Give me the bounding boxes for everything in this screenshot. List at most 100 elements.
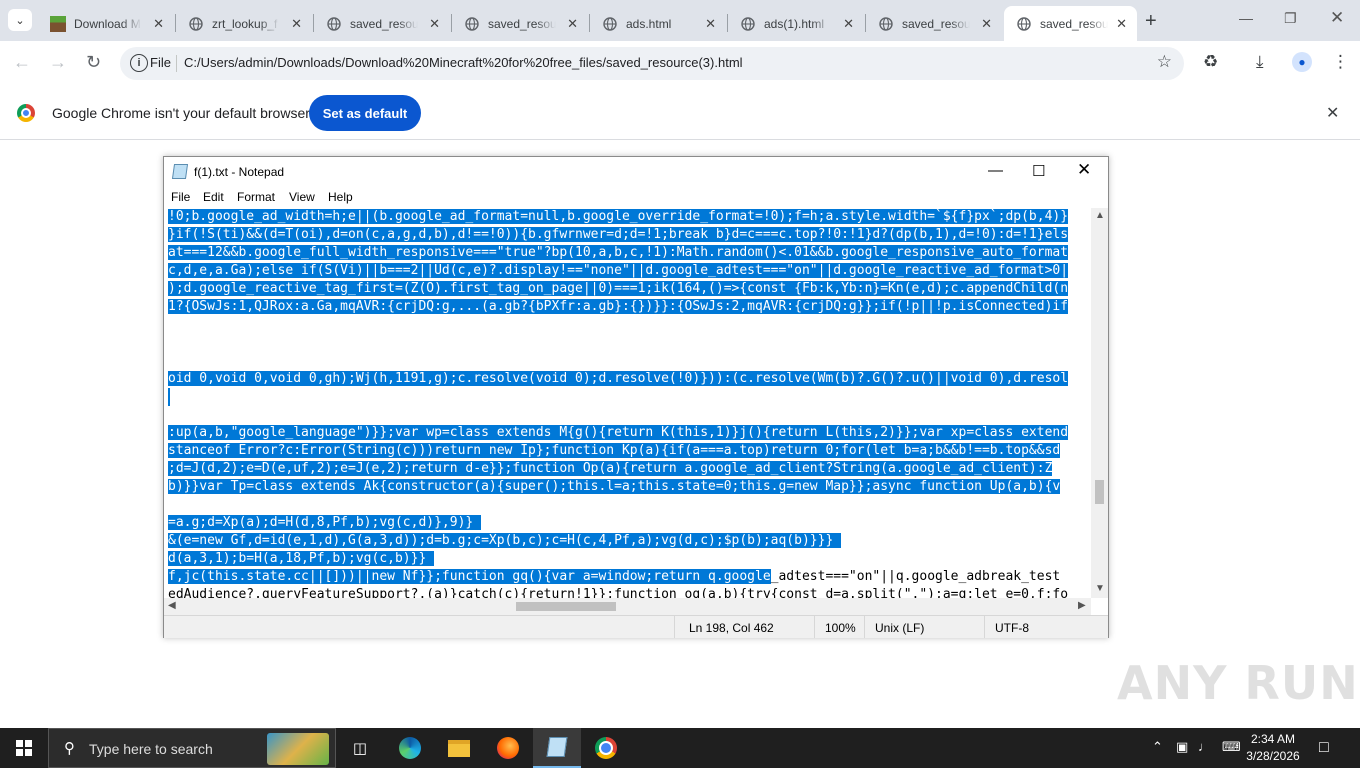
- tab-title: Download M: [74, 16, 141, 31]
- notepad-title: f(1).txt - Notepad: [194, 165, 285, 179]
- url-text[interactable]: C:/Users/admin/Downloads/Download%20Mine…: [184, 55, 743, 70]
- notepad-maximize-button[interactable]: ☐: [1032, 162, 1045, 180]
- browser-toolbar: ← → ↻ i File C:/Users/admin/Downloads/Do…: [0, 41, 1360, 86]
- globe-icon: [188, 16, 204, 32]
- new-tab-button[interactable]: +: [1145, 10, 1157, 33]
- menu-kebab-icon[interactable]: ⋮: [1332, 52, 1349, 72]
- chrome-taskbar-icon[interactable]: [582, 728, 630, 768]
- menu-file[interactable]: File: [171, 190, 190, 204]
- text-line-content: !0;b.google_ad_width=h;e||(b.google_ad_f…: [168, 209, 1069, 224]
- text-line: ;d=J(d,2);e=D(e,uf,2);e=J(e,2);return d-…: [168, 460, 1053, 478]
- vertical-scrollbar[interactable]: ▲ ▼: [1091, 208, 1108, 598]
- tab-close-icon[interactable]: ✕: [1116, 16, 1127, 32]
- scroll-left-icon[interactable]: ◀: [168, 600, 176, 611]
- tab-close-icon[interactable]: ✕: [153, 16, 164, 32]
- bookmark-star-icon[interactable]: ☆: [1157, 52, 1172, 72]
- zoom-level: 100%: [825, 621, 856, 635]
- reload-icon[interactable]: ↻: [86, 52, 101, 73]
- horizontal-scrollbar[interactable]: ◀ ▶: [164, 598, 1091, 615]
- network-icon[interactable]: ▣: [1176, 739, 1188, 755]
- back-arrow-icon[interactable]: ←: [13, 52, 31, 73]
- search-icon: ⚲: [64, 740, 75, 757]
- tab-search-button[interactable]: ⌄: [8, 9, 32, 31]
- text-editor-area[interactable]: !0;b.google_ad_width=h;e||(b.google_ad_f…: [164, 208, 1091, 598]
- scheme-label: File: [150, 55, 171, 70]
- text-line-content: c,d,e,a.Ga);else if(S(Vi)||b===2||Ud(c,e…: [168, 263, 1069, 278]
- minecraft-icon: [50, 15, 66, 32]
- browser-tab[interactable]: ads(1).html ✕: [728, 6, 864, 41]
- download-icon[interactable]: ⤓: [1256, 52, 1264, 72]
- default-browser-infobar: Google Chrome isn't your default browser…: [0, 86, 1360, 140]
- text-line: stanceof Error?c:Error(String(c)))return…: [168, 442, 1061, 460]
- menu-format[interactable]: Format: [237, 190, 275, 204]
- tab-title: zrt_lookup_f: [212, 16, 278, 31]
- tab-close-icon[interactable]: ✕: [705, 16, 716, 32]
- notepad-icon: [171, 164, 189, 179]
- globe-icon: [326, 16, 342, 32]
- file-explorer-icon[interactable]: [435, 728, 483, 768]
- tab-close-icon[interactable]: ✕: [567, 16, 578, 32]
- text-line: d(a,3,1);b=H(a,18,Pf,b);vg(c,b)}}: [168, 550, 435, 568]
- forward-arrow-icon[interactable]: →: [49, 52, 67, 73]
- extensions-icon[interactable]: ♻: [1203, 52, 1218, 72]
- browser-tab[interactable]: Download M ✕: [38, 6, 174, 41]
- browser-tab[interactable]: saved_resou ✕: [314, 6, 450, 41]
- infobar-message: Google Chrome isn't your default browser: [52, 105, 310, 121]
- text-line-content: d(a,3,1);b=H(a,18,Pf,b);vg(c,b)}}: [168, 551, 435, 566]
- notepad-close-button[interactable]: ✕: [1077, 160, 1091, 180]
- address-bar[interactable]: i File C:/Users/admin/Downloads/Download…: [120, 47, 1184, 80]
- menu-view[interactable]: View: [289, 190, 315, 204]
- profile-avatar-icon[interactable]: ●: [1292, 52, 1312, 72]
- start-button[interactable]: [0, 728, 48, 768]
- notepad-taskbar-icon[interactable]: [533, 728, 581, 768]
- firefox-icon[interactable]: [484, 728, 532, 768]
- tab-close-icon[interactable]: ✕: [291, 16, 302, 32]
- text-line: =a.g;d=Xp(a);d=H(d,8,Pf,b);vg(c,d)},9)}: [168, 514, 482, 532]
- tab-close-icon[interactable]: ✕: [981, 16, 992, 32]
- edge-icon[interactable]: [386, 728, 434, 768]
- notepad-titlebar[interactable]: f(1).txt - Notepad — ☐ ✕: [164, 157, 1108, 187]
- tab-title: saved_resou: [902, 16, 970, 31]
- text-line: }if(!S(ti)&&(d=T(oi),d=on(c,a,g,d,b),d!=…: [168, 226, 1069, 244]
- browser-tab[interactable]: saved_resou ✕: [1004, 6, 1137, 41]
- task-view-icon[interactable]: ◫: [336, 728, 384, 768]
- close-window-button[interactable]: ✕: [1330, 8, 1344, 28]
- tab-title: saved_resou: [488, 16, 556, 31]
- menu-help[interactable]: Help: [328, 190, 353, 204]
- vertical-scroll-thumb[interactable]: [1095, 480, 1104, 504]
- text-line-content: b)}}var Tp=class extends Ak{constructor(…: [168, 479, 1061, 494]
- tab-close-icon[interactable]: ✕: [429, 16, 440, 32]
- clock-date: 3/28/2026: [1246, 749, 1300, 763]
- text-line-content: );d.google_reactive_tag_first=(Z(O).firs…: [168, 281, 1069, 296]
- browser-tab[interactable]: ads.html ✕: [590, 6, 726, 41]
- browser-tab[interactable]: saved_resou ✕: [452, 6, 588, 41]
- scroll-right-icon[interactable]: ▶: [1078, 600, 1086, 611]
- tab-title: ads.html: [626, 16, 672, 31]
- globe-icon: [464, 16, 480, 32]
- minimize-button[interactable]: —: [1239, 10, 1253, 26]
- info-icon[interactable]: i: [130, 54, 148, 72]
- notification-icon[interactable]: □: [1319, 739, 1329, 757]
- search-highlight-icon: [267, 733, 329, 765]
- text-line: &(e=new Gf,d=id(e,1,d),G(a,3,d));d=b.g;c…: [168, 532, 842, 550]
- globe-icon: [878, 16, 894, 32]
- browser-tab[interactable]: zrt_lookup_f ✕: [176, 6, 312, 41]
- scroll-down-icon[interactable]: ▼: [1095, 583, 1105, 594]
- horizontal-scroll-thumb[interactable]: [516, 602, 616, 611]
- tab-strip: ⌄ Download M ✕ zrt_lookup_f ✕ saved_resou ✕ sa…: [0, 0, 1360, 41]
- scroll-up-icon[interactable]: ▲: [1095, 210, 1105, 221]
- text-line-content: f,jc(this.state.cc||[]))||new Nf}};funct…: [168, 569, 771, 584]
- restore-button[interactable]: ❐: [1284, 10, 1297, 27]
- browser-tab[interactable]: saved_resou ✕: [866, 6, 1002, 41]
- taskbar-search[interactable]: ⚲ Type here to search: [48, 728, 336, 768]
- set-as-default-button[interactable]: Set as default: [309, 95, 421, 131]
- infobar-close-icon[interactable]: ✕: [1326, 103, 1339, 123]
- menu-edit[interactable]: Edit: [203, 190, 224, 204]
- notepad-minimize-button[interactable]: —: [988, 162, 1003, 179]
- volume-icon[interactable]: ♩: [1198, 739, 1211, 754]
- text-line-content: =a.g;d=Xp(a);d=H(d,8,Pf,b);vg(c,d)},9)}: [168, 515, 482, 530]
- clock[interactable]: 2:34 AM 3/28/2026: [1238, 731, 1308, 765]
- omnibox-divider: [176, 55, 177, 72]
- tray-chevron-icon[interactable]: ⌃: [1152, 739, 1163, 755]
- tab-close-icon[interactable]: ✕: [843, 16, 854, 32]
